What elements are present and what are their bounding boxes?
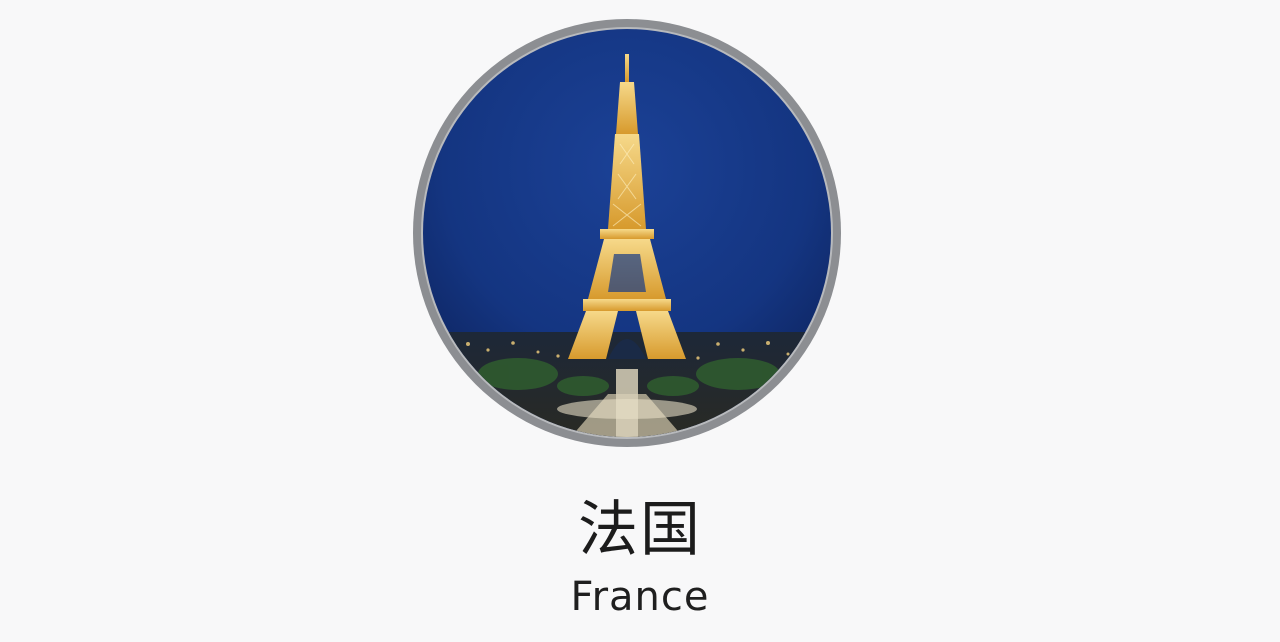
country-card: 法国 France [0,0,1280,642]
country-name-english: France [570,574,710,620]
eiffel-tower-icon [413,19,841,447]
country-image-badge[interactable] [408,14,846,452]
country-name-chinese: 法国 [578,495,702,565]
